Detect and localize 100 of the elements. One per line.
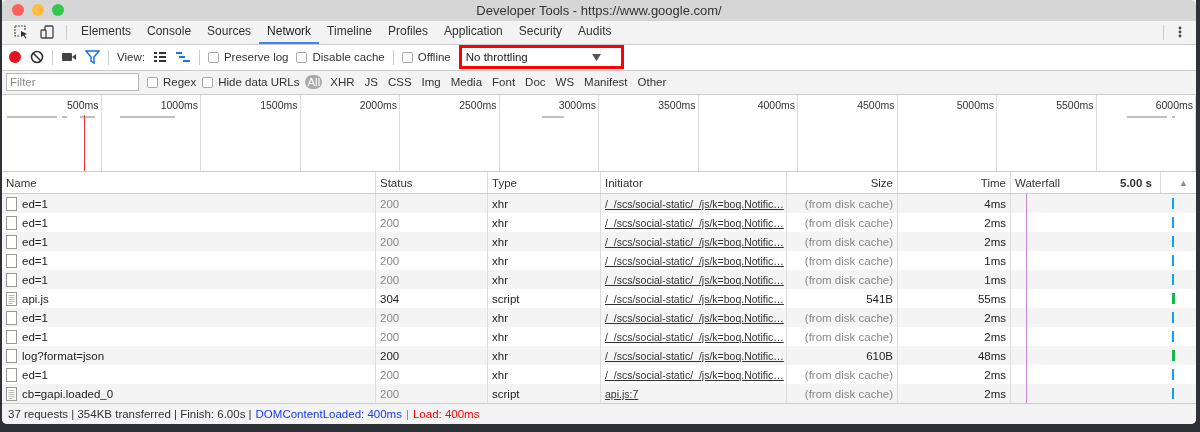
initiator-link[interactable]: /_/scs/social-static/_/js/k=boq.Notific… <box>605 235 784 248</box>
column-header[interactable]: Waterfall <box>1011 172 1111 194</box>
column-header[interactable]: Size <box>787 172 898 194</box>
type-cell: xhr <box>488 346 601 366</box>
initiator-link[interactable]: /_/scs/social-static/_/js/k=boq.Notific… <box>605 216 784 229</box>
initiator-link[interactable]: /_/scs/social-static/_/js/k=boq.Notific… <box>605 330 784 343</box>
type-filter-button[interactable]: Other <box>635 75 669 90</box>
time-tick-label: 500ms <box>67 99 99 112</box>
sort-indicator[interactable]: ▲ <box>1161 172 1196 194</box>
panel-tab[interactable]: Timeline <box>319 20 380 45</box>
size-cell: 610B <box>787 346 898 366</box>
inspect-element-icon[interactable] <box>13 24 29 41</box>
status-separator: | <box>405 408 409 421</box>
checkbox[interactable]: Hide data URLs <box>202 76 300 89</box>
type-filter-button[interactable]: Media <box>448 75 485 90</box>
request-name[interactable]: ed=1 <box>22 368 48 381</box>
panel-tab[interactable]: Application <box>436 20 511 45</box>
column-header[interactable]: Time <box>898 172 1011 194</box>
time-cell: 1ms <box>898 270 1011 290</box>
size-cell: (from disk cache) <box>787 270 898 290</box>
panel-tab[interactable]: Elements <box>73 20 140 45</box>
request-name[interactable]: api.js <box>22 292 49 305</box>
request-name[interactable]: ed=1 <box>22 235 48 248</box>
initiator-link[interactable]: /_/scs/social-static/_/js/k=boq.Notific… <box>605 254 784 267</box>
time-cell: 4ms <box>898 194 1011 214</box>
type-filter-button[interactable]: XHR <box>328 75 357 90</box>
column-header[interactable]: Name <box>2 172 376 194</box>
initiator-link[interactable]: api.js:7 <box>605 387 639 400</box>
dom-content-loaded-time: DOMContentLoaded: 400ms <box>255 408 402 421</box>
checkbox[interactable]: Regex <box>147 76 197 89</box>
request-name[interactable]: ed=1 <box>22 216 48 229</box>
file-icon <box>6 215 17 230</box>
filter-icon[interactable] <box>85 50 100 65</box>
type-filter-button[interactable]: CSS <box>385 75 414 90</box>
waterfall-bar <box>1172 350 1175 362</box>
time-cell: 2ms <box>898 232 1011 252</box>
waterfall-scale: 5.00 s <box>1111 172 1161 194</box>
request-name[interactable]: ed=1 <box>22 273 48 286</box>
time-tick-label: 1000ms <box>160 99 198 112</box>
checkbox[interactable]: Offline <box>401 51 451 64</box>
type-filter-button[interactable]: JS <box>362 75 380 90</box>
panel-tab[interactable]: Audits <box>570 20 620 45</box>
checkbox[interactable]: Preserve log <box>207 51 289 64</box>
status-cell: 200 <box>376 308 488 328</box>
script-file-icon <box>6 291 17 306</box>
initiator-link[interactable]: /_/scs/social-static/_/js/k=boq.Notific… <box>605 311 784 324</box>
file-icon <box>6 329 17 344</box>
panel-tab[interactable]: Profiles <box>380 20 437 45</box>
panel-tab[interactable]: Security <box>510 20 571 45</box>
request-name[interactable]: ed=1 <box>22 311 48 324</box>
clear-icon[interactable] <box>30 50 44 65</box>
panel-tab[interactable]: Network <box>259 20 320 45</box>
status-cell: 200 <box>376 346 488 366</box>
type-filter-button[interactable]: WS <box>553 75 577 90</box>
status-cell: 200 <box>376 232 488 252</box>
time-tick-label: 1500ms <box>260 99 298 112</box>
time-cell: 2ms <box>898 308 1011 328</box>
record-icon[interactable] <box>8 50 22 65</box>
throttling-dropdown[interactable]: No throttling <box>458 45 624 70</box>
checkbox[interactable]: Disable cache <box>296 51 385 64</box>
panel-tab[interactable]: Sources <box>199 20 260 45</box>
initiator-link[interactable]: /_/scs/social-static/_/js/k=boq.Notific… <box>605 292 784 305</box>
type-filter-button[interactable]: Manifest <box>582 75 630 90</box>
size-cell: (from disk cache) <box>787 194 898 214</box>
column-header[interactable]: Status <box>376 172 488 194</box>
request-name[interactable]: log?format=json <box>22 349 105 362</box>
type-cell: xhr <box>488 270 601 290</box>
column-header[interactable]: Initiator <box>601 172 787 194</box>
file-icon <box>6 253 17 268</box>
time-tick-label: 3500ms <box>658 99 696 112</box>
type-filter-button[interactable]: Img <box>419 75 443 90</box>
initiator-link[interactable]: /_/scs/social-static/_/js/k=boq.Notific… <box>605 197 784 210</box>
list-view-icon[interactable] <box>152 51 167 64</box>
video-camera-icon[interactable] <box>61 51 77 64</box>
waterfall-view-icon[interactable] <box>174 51 191 64</box>
request-name[interactable]: ed=1 <box>22 330 48 343</box>
request-name[interactable]: cb=gapi.loaded_0 <box>22 387 114 400</box>
request-name[interactable]: ed=1 <box>22 254 48 267</box>
type-cell: xhr <box>488 308 601 328</box>
type-filter-button[interactable]: Doc <box>523 75 548 90</box>
load-time: Load: 400ms <box>412 408 480 421</box>
dropdown-caret-icon <box>591 53 601 61</box>
type-cell: xhr <box>488 194 601 214</box>
time-tick-label: 2000ms <box>359 99 397 112</box>
panel-tab[interactable]: Console <box>139 20 200 45</box>
time-tick-label: 4500ms <box>857 99 895 112</box>
request-name[interactable]: ed=1 <box>22 197 48 210</box>
type-filter-button[interactable]: Font <box>490 75 518 90</box>
time-tick-label: 4000ms <box>757 99 795 112</box>
filter-field[interactable]: Filter <box>6 73 139 92</box>
time-tick-label: 6000ms <box>1155 99 1193 112</box>
status-cell: 200 <box>376 270 488 290</box>
initiator-link[interactable]: /_/scs/social-static/_/js/k=boq.Notific… <box>605 368 784 381</box>
column-header[interactable]: Type <box>488 172 601 194</box>
status-summary: 37 requests | 354KB transferred | Finish: 6.00s | <box>8 408 252 421</box>
device-mode-icon[interactable] <box>39 24 55 41</box>
initiator-link[interactable]: /_/scs/social-static/_/js/k=boq.Notific… <box>605 273 784 286</box>
initiator-link[interactable]: /_/scs/social-static/_/js/k=boq.Notific… <box>605 349 784 362</box>
type-cell: xhr <box>488 232 601 252</box>
time-tick-label: 3000ms <box>558 99 596 112</box>
